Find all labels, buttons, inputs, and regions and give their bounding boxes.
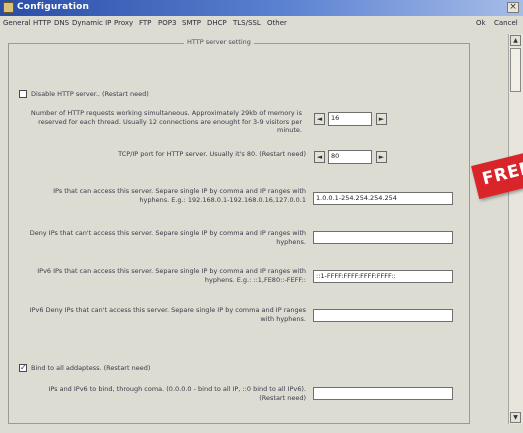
tab-dns[interactable]: DNS xyxy=(54,19,69,27)
bind-ips-label: IPs and IPv6 to bind, through coma. (0.0… xyxy=(48,385,306,402)
threads-decrement-button[interactable]: ◄ xyxy=(314,113,325,125)
free-badge-text: FREE xyxy=(480,157,523,190)
vertical-scrollbar[interactable] xyxy=(508,34,523,424)
tab-smtp[interactable]: SMTP xyxy=(182,19,201,27)
window-title: Configuration xyxy=(17,2,90,12)
threads-increment-button[interactable]: ► xyxy=(376,113,387,125)
tab-pop3[interactable]: POP3 xyxy=(158,19,176,27)
bind-all-checkbox[interactable]: ✓ xyxy=(19,364,27,372)
ok-button[interactable]: Ok xyxy=(476,19,486,27)
scroll-up-button[interactable]: ▲ xyxy=(510,35,521,46)
deny-ips-label: Deny IPs that can't access this server. … xyxy=(29,229,306,246)
tab-other[interactable]: Other xyxy=(267,19,287,27)
disable-http-checkbox[interactable] xyxy=(19,90,27,98)
cancel-button[interactable]: Cancel xyxy=(494,19,518,27)
ipv6-deny-label: IPv6 Deny IPs that can't access this ser… xyxy=(29,306,306,323)
ipv6-allowed-input[interactable]: ::1-FFFF:FFFF:FFFF:FFFF:: xyxy=(313,270,453,283)
ipv6-allowed-label: IPv6 IPs that can access this server. Se… xyxy=(37,267,306,284)
threads-input[interactable]: 16 xyxy=(328,112,372,126)
tab-dynamic-ip[interactable]: Dynamic IP xyxy=(72,19,111,27)
title-bar[interactable]: Configuration × xyxy=(0,0,523,16)
allowed-ips-input[interactable]: 1.0.0.1-254.254.254.254 xyxy=(313,192,453,205)
tab-bar: General HTTP DNS Dynamic IP Proxy FTP PO… xyxy=(0,17,523,31)
allowed-ips-label: IPs that can access this server. Separe … xyxy=(53,187,306,204)
port-label: TCP/IP port for HTTP server. Usually it'… xyxy=(118,150,306,158)
port-decrement-button[interactable]: ◄ xyxy=(314,151,325,163)
deny-ips-input[interactable] xyxy=(313,231,453,244)
close-button[interactable]: × xyxy=(507,2,519,13)
configuration-window: Configuration × General HTTP DNS Dynamic… xyxy=(0,0,523,433)
config-icon xyxy=(3,2,14,13)
tab-tls-ssl[interactable]: TLS/SSL xyxy=(233,19,261,27)
tab-proxy[interactable]: Proxy xyxy=(114,19,133,27)
disable-http-label: Disable HTTP server.. (Restart need) xyxy=(31,90,149,98)
tab-ftp[interactable]: FTP xyxy=(139,19,151,27)
bind-all-label: Bind to all addaptess. (Restart need) xyxy=(31,364,151,372)
ipv6-deny-input[interactable] xyxy=(313,309,453,322)
tab-general[interactable]: General xyxy=(3,19,31,27)
scroll-down-button[interactable]: ▼ xyxy=(510,412,521,423)
bind-ips-input[interactable] xyxy=(313,387,453,400)
port-input[interactable]: 80 xyxy=(328,150,372,164)
port-increment-button[interactable]: ► xyxy=(376,151,387,163)
tab-dhcp[interactable]: DHCP xyxy=(207,19,227,27)
tab-http[interactable]: HTTP xyxy=(33,19,51,27)
threads-label: Number of HTTP requests working simultan… xyxy=(30,109,302,134)
group-legend: HTTP server setting xyxy=(184,38,254,46)
scroll-thumb[interactable] xyxy=(510,48,521,92)
